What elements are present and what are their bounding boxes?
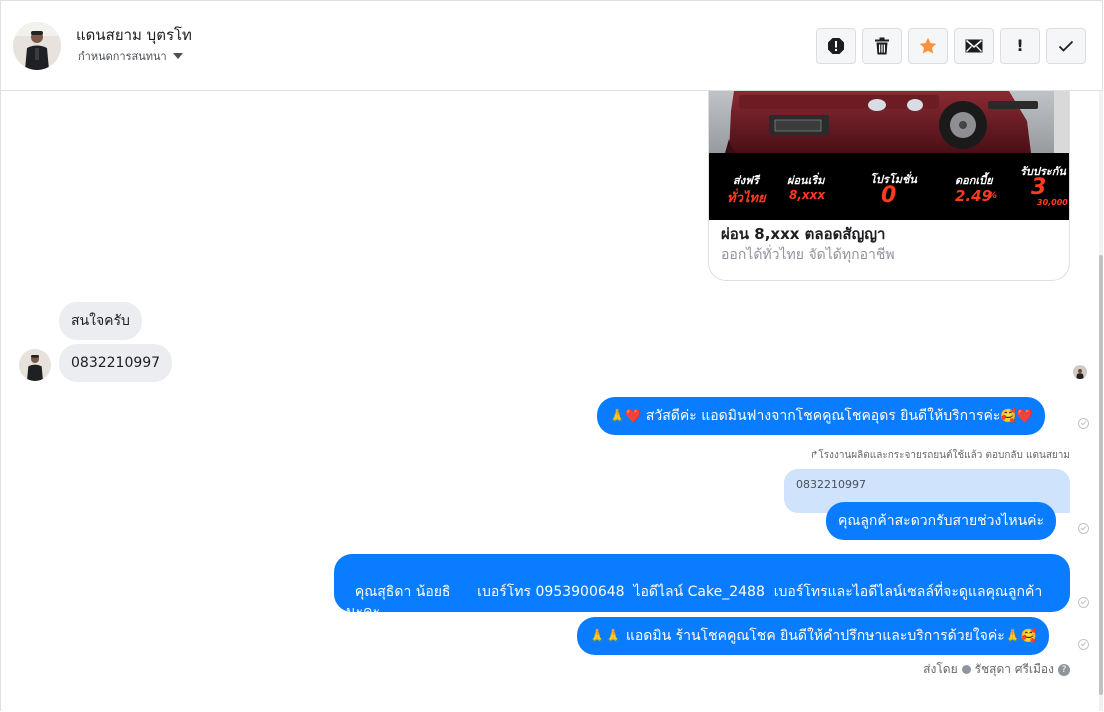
incoming-message[interactable]: 0832210997	[59, 344, 173, 382]
sent-by-name[interactable]: รัชสุดา ศรีเมือง	[975, 660, 1054, 679]
quoted-text: 0832210997	[796, 478, 866, 491]
car-promo-image: ส่งฟรี ทั่วไทย ผ่อนเริ่ม 8,xxx โปรโมชั่น…	[709, 91, 1069, 220]
star-button[interactable]	[908, 28, 948, 64]
checkmark-icon	[1058, 40, 1074, 52]
message-text: สนใจครับ	[71, 313, 130, 329]
sent-check-icon	[1078, 639, 1089, 650]
outgoing-message[interactable]: 🙏❤️ สวัสดีค่ะ แอดมินฟางจากโชคคูณโชคอุดร …	[597, 397, 1045, 435]
star-icon	[919, 37, 937, 54]
promo-insurance-km: 30,000	[1037, 198, 1068, 207]
contact-avatar[interactable]	[13, 22, 61, 70]
alert-circle-icon	[828, 38, 844, 54]
emoji-prefix: 🙏❤️	[609, 409, 642, 424]
trash-icon	[875, 37, 889, 55]
reply-context-note: ↱โรงงานผลิตและกระจายรถยนต์ใช้แล้ว ตอบกลั…	[809, 450, 1070, 461]
conversation-header: แดนสยาม บุตรโท กำหนดการสนทนา !	[1, 1, 1102, 91]
mark-done-button[interactable]	[1046, 28, 1086, 64]
message-text: คุณลูกค้าสะดวกรับสายช่วงไหนค่ะ	[838, 513, 1045, 529]
sent-by-info: ส่งโดย รัชสุดา ศรีเมือง ?	[923, 660, 1070, 679]
exclamation-icon: !	[1016, 36, 1024, 55]
promo-installment-value: 8,xxx	[789, 188, 826, 202]
outgoing-message[interactable]: 🙏🙏 แอดมิน ร้านโชคคูณโชค ยินดีให้คำปรึกษา…	[577, 617, 1050, 655]
sent-check-icon	[1078, 523, 1089, 534]
shared-post-card[interactable]: ส่งฟรี ทั่วไทย ผ่อนเริ่ม 8,xxx โปรโมชั่น…	[708, 91, 1070, 281]
agent-avatar-icon	[961, 665, 971, 674]
mark-spam-button[interactable]	[816, 28, 856, 64]
seen-avatar-indicator	[1073, 365, 1087, 379]
promo-installment-label: ผ่อนเริ่ม	[787, 174, 825, 187]
promo-insurance-value: 3	[1031, 175, 1047, 200]
contact-avatar-small[interactable]	[19, 349, 51, 381]
conversation-schedule-dropdown[interactable]: กำหนดการสนทนา	[78, 47, 183, 65]
follow-up-button[interactable]: !	[1000, 28, 1040, 64]
scrollbar-thumb[interactable]	[1099, 255, 1103, 695]
envelope-icon	[965, 39, 983, 53]
message-text: สวัสดีค่ะ แอดมินฟางจากโชคคูณโชคอุดร ยินด…	[645, 408, 1001, 424]
person-photo-icon	[19, 349, 51, 381]
sent-check-icon	[1078, 597, 1089, 608]
promo-interest-unit: %	[988, 191, 998, 201]
message-text: 0832210997	[71, 355, 161, 371]
header-toolbar: !	[816, 28, 1086, 64]
schedule-label: กำหนดการสนทนา	[78, 50, 167, 63]
sent-by-label: ส่งโดย	[923, 662, 958, 676]
promo-nationwide: ทั่วไทย	[727, 191, 766, 206]
person-photo-icon	[13, 22, 61, 70]
outgoing-message[interactable]: คุณลูกค้าสะดวกรับสายช่วงไหนค่ะ	[826, 502, 1057, 540]
help-icon[interactable]: ?	[1058, 663, 1070, 676]
incoming-message[interactable]: สนใจครับ	[59, 302, 142, 340]
emoji-suffix: 🥰❤️	[1000, 409, 1033, 424]
caret-down-icon	[172, 53, 183, 59]
contact-name[interactable]: แดนสยาม บุตรโท	[76, 23, 192, 47]
outgoing-message[interactable]: คุณสุธิดา น้อยธิ เบอร์โทร 0953900648 ไอด…	[334, 554, 1070, 620]
emoji-prefix: 🙏🙏	[589, 629, 622, 644]
promo-interest-value: 2.49	[955, 187, 993, 205]
promo-banner: ส่งฟรี ทั่วไทย ผ่อนเริ่ม 8,xxx โปรโมชั่น…	[709, 153, 1069, 220]
card-title: ผ่อน 8,xxx ตลอดสัญญา	[721, 225, 886, 243]
mark-unread-button[interactable]	[954, 28, 994, 64]
message-text: แอดมิน ร้านโชคคูณโชค ยินดีให้คำปรึกษาและ…	[625, 628, 1005, 644]
emoji-suffix: 🙏🥰	[1004, 629, 1038, 644]
delete-button[interactable]	[862, 28, 902, 64]
sent-check-icon	[1078, 418, 1089, 429]
promo-down-value: 0	[881, 183, 897, 208]
card-subtitle: ออกได้ทั่วไทย จัดได้ทุกอาชีพ	[721, 247, 895, 263]
